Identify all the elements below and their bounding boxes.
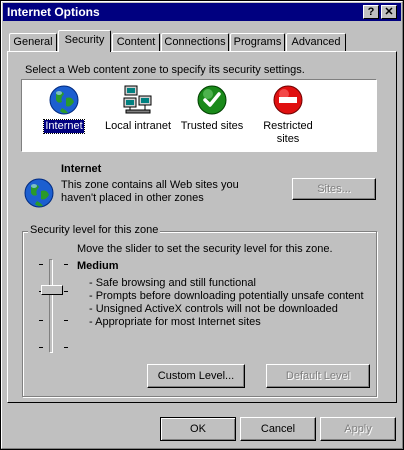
zone-local-intranet[interactable]: Local intranet — [102, 84, 174, 133]
security-slider-track[interactable] — [49, 259, 53, 353]
network-computers-icon — [122, 84, 154, 116]
tab-label: Programs — [233, 36, 282, 48]
security-slider-thumb[interactable] — [41, 285, 63, 295]
level-description-item: - Unsigned ActiveX controls will not be … — [89, 303, 338, 315]
check-circle-icon — [196, 84, 228, 116]
cancel-button[interactable]: Cancel — [240, 417, 316, 441]
apply-button[interactable]: Apply — [320, 417, 396, 441]
window-title: Internet Options — [7, 5, 100, 19]
title-bar[interactable]: Internet Options ? ✕ — [3, 3, 401, 21]
apply-label: Apply — [344, 423, 372, 435]
zone-description-line2: haven't placed in other zones — [61, 192, 204, 204]
tab-connections[interactable]: Connections — [161, 33, 229, 51]
group-title: Security level for this zone — [28, 224, 161, 236]
security-level-name: Medium — [77, 260, 119, 272]
cancel-label: Cancel — [260, 423, 296, 435]
globe-icon — [23, 177, 55, 209]
default-level-button[interactable]: Default Level — [266, 364, 370, 388]
zone-label: Local intranet — [104, 120, 172, 132]
tab-label: General — [13, 36, 53, 48]
tab-label: Content — [116, 36, 156, 48]
custom-level-button[interactable]: Custom Level... — [147, 364, 245, 388]
level-description-item: - Safe browsing and still functional — [89, 277, 256, 289]
slider-tick — [64, 291, 68, 292]
tab-label: Security — [64, 34, 105, 46]
tab-general[interactable]: General — [9, 33, 57, 51]
internet-options-window: Internet Options ? ✕ General Security Co… — [0, 0, 404, 450]
tab-content[interactable]: Content — [112, 33, 160, 51]
ok-label: OK — [190, 423, 206, 435]
zone-label: Restricted sites — [263, 120, 313, 145]
zone-label: Trusted sites — [180, 120, 244, 132]
slider-hint: Move the slider to set the security leve… — [77, 243, 333, 255]
level-description-item: - Prompts before downloading potentially… — [89, 290, 364, 302]
help-button[interactable]: ? — [363, 5, 379, 19]
close-button[interactable]: ✕ — [381, 5, 397, 19]
sites-button[interactable]: Sites... — [292, 178, 376, 200]
sites-button-label: Sites... — [317, 183, 351, 195]
default-level-label: Default Level — [285, 370, 351, 382]
zone-list[interactable]: Internet Local intranet Trusted sites Re… — [21, 79, 377, 152]
slider-tick — [64, 264, 68, 265]
slider-tick — [64, 320, 68, 321]
tab-programs[interactable]: Programs — [230, 33, 285, 51]
help-icon: ? — [367, 6, 375, 18]
zone-restricted-sites[interactable]: Restricted sites — [260, 84, 316, 146]
slider-tick — [39, 320, 43, 321]
slider-tick — [64, 347, 68, 348]
slider-tick — [39, 264, 43, 265]
custom-level-label: Custom Level... — [157, 370, 235, 382]
zone-trusted-sites[interactable]: Trusted sites — [178, 84, 246, 133]
zone-instructions: Select a Web content zone to specify its… — [25, 64, 305, 76]
tab-label: Connections — [164, 36, 226, 48]
zone-internet[interactable]: Internet — [40, 84, 88, 134]
tab-security[interactable]: Security — [58, 30, 111, 52]
zone-description-line1: This zone contains all Web sites you — [61, 179, 239, 191]
ok-button[interactable]: OK — [160, 417, 236, 441]
zone-name: Internet — [61, 163, 102, 175]
zone-label: Internet — [43, 119, 85, 134]
globe-icon — [48, 84, 80, 116]
close-icon: ✕ — [384, 6, 394, 18]
no-entry-icon — [272, 84, 304, 116]
level-description-item: - Appropriate for most Internet sites — [89, 316, 261, 328]
tab-label: Advanced — [291, 36, 341, 48]
tab-advanced[interactable]: Advanced — [286, 33, 346, 51]
slider-tick — [39, 347, 43, 348]
